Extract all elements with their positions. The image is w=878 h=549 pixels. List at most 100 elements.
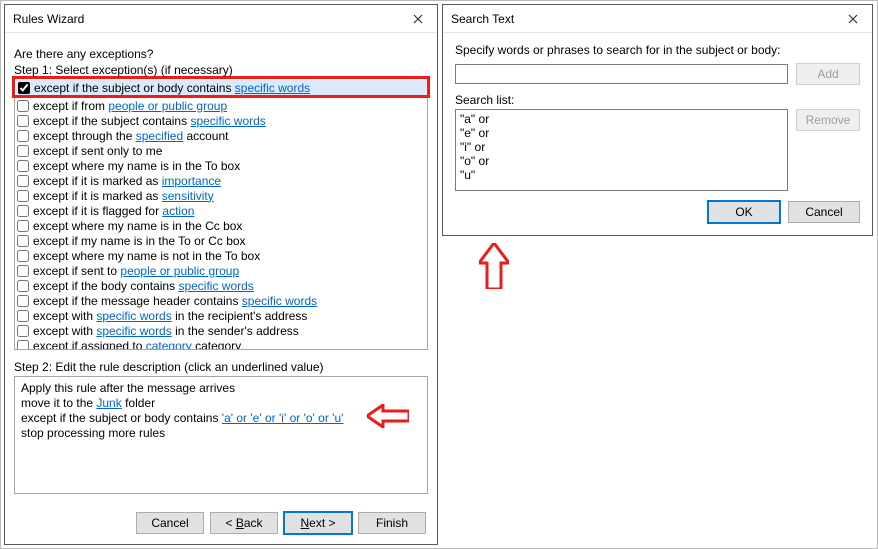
desc-line-2-pre: move it to the bbox=[21, 396, 96, 410]
search-prompt: Specify words or phrases to search for i… bbox=[455, 43, 860, 57]
exception-checkbox[interactable] bbox=[17, 190, 29, 202]
close-icon[interactable] bbox=[834, 5, 872, 33]
exception-link[interactable]: importance bbox=[162, 174, 221, 188]
rules-wizard-window: Rules Wizard Are there any exceptions? S… bbox=[4, 4, 438, 545]
exception-text-pre: except if the body contains bbox=[33, 279, 178, 293]
exception-row[interactable]: except if assigned to category category bbox=[15, 338, 427, 350]
exception-checkbox[interactable] bbox=[17, 235, 29, 247]
exception-text-post: account bbox=[183, 129, 228, 143]
back-button[interactable]: < Back bbox=[210, 512, 278, 534]
exception-link[interactable]: specific words bbox=[178, 279, 253, 293]
exception-row[interactable]: except where my name is not in the To bo… bbox=[15, 248, 427, 263]
exception-checkbox[interactable] bbox=[17, 295, 29, 307]
exception-checkbox[interactable] bbox=[17, 340, 29, 351]
exception-link[interactable]: action bbox=[162, 204, 194, 218]
remove-button[interactable]: Remove bbox=[796, 109, 860, 131]
exception-text-pre: except if from bbox=[33, 99, 108, 113]
exception-checkbox[interactable] bbox=[17, 265, 29, 277]
exception-checkbox[interactable] bbox=[17, 175, 29, 187]
exception-row[interactable]: except where my name is in the Cc box bbox=[15, 218, 427, 233]
rules-wizard-title: Rules Wizard bbox=[13, 12, 399, 26]
exception-row[interactable]: except through the specified account bbox=[15, 128, 427, 143]
exception-link[interactable]: people or public group bbox=[108, 99, 227, 113]
cancel-button[interactable]: Cancel bbox=[136, 512, 204, 534]
exception-list[interactable]: except if from people or public groupexc… bbox=[14, 98, 428, 350]
add-button[interactable]: Add bbox=[796, 63, 860, 85]
search-list-item[interactable]: "e" or bbox=[460, 126, 783, 140]
exception-checkbox[interactable] bbox=[17, 325, 29, 337]
exception-row[interactable]: except if my name is in the To or Cc box bbox=[15, 233, 427, 248]
exception-checkbox[interactable] bbox=[17, 220, 29, 232]
finish-button[interactable]: Finish bbox=[358, 512, 426, 534]
ok-button[interactable]: OK bbox=[708, 201, 780, 223]
exception-checkbox[interactable] bbox=[18, 82, 30, 94]
exception-row[interactable]: except if the message header contains sp… bbox=[15, 293, 427, 308]
exception-text-pre: except where my name is not in the To bo… bbox=[33, 249, 260, 263]
cancel-button[interactable]: Cancel bbox=[788, 201, 860, 223]
exception-row[interactable]: except with specific words in the recipi… bbox=[15, 308, 427, 323]
exception-checkbox[interactable] bbox=[17, 145, 29, 157]
exception-row[interactable]: except where my name is in the To box bbox=[15, 158, 427, 173]
search-input[interactable] bbox=[455, 64, 788, 84]
specific-words-value-link[interactable]: 'a' or 'e' or 'i' or 'o' or 'u' bbox=[222, 411, 344, 425]
exception-text-pre: except with bbox=[33, 324, 96, 338]
search-list-item[interactable]: "i" or bbox=[460, 140, 783, 154]
exception-checkbox[interactable] bbox=[17, 130, 29, 142]
exception-link[interactable]: specific words bbox=[96, 309, 171, 323]
exception-row[interactable]: except if the subject contains specific … bbox=[15, 113, 427, 128]
step1-label: Step 1: Select exception(s) (if necessar… bbox=[14, 63, 428, 77]
search-list-item[interactable]: "a" or bbox=[460, 112, 783, 126]
exception-row[interactable]: except if sent only to me bbox=[15, 143, 427, 158]
exception-row[interactable]: except with specific words in the sender… bbox=[15, 323, 427, 338]
next-button[interactable]: Next > bbox=[284, 512, 352, 534]
exception-text-post: category bbox=[192, 339, 241, 351]
search-text-titlebar: Search Text bbox=[443, 5, 872, 33]
search-list-item[interactable]: "o" or bbox=[460, 154, 783, 168]
search-text-title: Search Text bbox=[451, 12, 834, 26]
search-text-window: Search Text Specify words or phrases to … bbox=[442, 4, 873, 236]
exception-link[interactable]: specific words bbox=[190, 114, 265, 128]
exception-checkbox[interactable] bbox=[17, 160, 29, 172]
close-icon[interactable] bbox=[399, 5, 437, 33]
exception-row[interactable]: except if it is flagged for action bbox=[15, 203, 427, 218]
exception-text-pre: except if it is marked as bbox=[33, 174, 162, 188]
exception-text-post: in the sender's address bbox=[172, 324, 299, 338]
exception-text-pre: except if sent only to me bbox=[33, 144, 162, 158]
exception-text-pre: except if the subject contains bbox=[33, 114, 190, 128]
exception-link[interactable]: specific words bbox=[242, 294, 317, 308]
exception-link[interactable]: people or public group bbox=[120, 264, 239, 278]
rule-description-box: Apply this rule after the message arrive… bbox=[14, 376, 428, 494]
search-list-item[interactable]: "u" bbox=[460, 168, 783, 182]
exception-link[interactable]: sensitivity bbox=[162, 189, 214, 203]
exception-checkbox[interactable] bbox=[17, 250, 29, 262]
exception-text-pre: except if assigned to bbox=[33, 339, 146, 351]
exception-link[interactable]: specific words bbox=[96, 324, 171, 338]
exception-text-pre: except if sent to bbox=[33, 264, 120, 278]
exception-checkbox[interactable] bbox=[17, 115, 29, 127]
exception-row[interactable]: except if the body contains specific wor… bbox=[15, 278, 427, 293]
exception-text-pre: except if it is flagged for bbox=[33, 204, 162, 218]
search-list[interactable]: "a" or"e" or"i" or"o" or"u" bbox=[455, 109, 788, 191]
exception-checkbox[interactable] bbox=[17, 205, 29, 217]
exceptions-question: Are there any exceptions? bbox=[14, 47, 428, 61]
exception-text-pre: except where my name is in the Cc box bbox=[33, 219, 242, 233]
step2-label: Step 2: Edit the rule description (click… bbox=[14, 360, 428, 374]
exception-text-post: in the recipient's address bbox=[172, 309, 308, 323]
desc-line-2-post: folder bbox=[122, 396, 155, 410]
exception-row[interactable]: except if from people or public group bbox=[15, 98, 427, 113]
exception-text-pre: except if the subject or body contains bbox=[34, 81, 235, 95]
exception-link[interactable]: specified bbox=[136, 129, 183, 143]
exception-row[interactable]: except if it is marked as sensitivity bbox=[15, 188, 427, 203]
exception-checkbox[interactable] bbox=[17, 310, 29, 322]
exception-row[interactable]: except if sent to people or public group bbox=[15, 263, 427, 278]
exception-text-pre: except where my name is in the To box bbox=[33, 159, 240, 173]
search-list-label: Search list: bbox=[455, 93, 860, 107]
junk-folder-link[interactable]: Junk bbox=[96, 396, 121, 410]
exception-text-pre: except if it is marked as bbox=[33, 189, 162, 203]
exception-link[interactable]: specific words bbox=[235, 81, 310, 95]
exception-link[interactable]: category bbox=[146, 339, 192, 351]
exception-checkbox[interactable] bbox=[17, 100, 29, 112]
exception-row[interactable]: except if it is marked as importance bbox=[15, 173, 427, 188]
exception-checkbox[interactable] bbox=[17, 280, 29, 292]
exception-row[interactable]: except if the subject or body contains s… bbox=[16, 80, 426, 95]
